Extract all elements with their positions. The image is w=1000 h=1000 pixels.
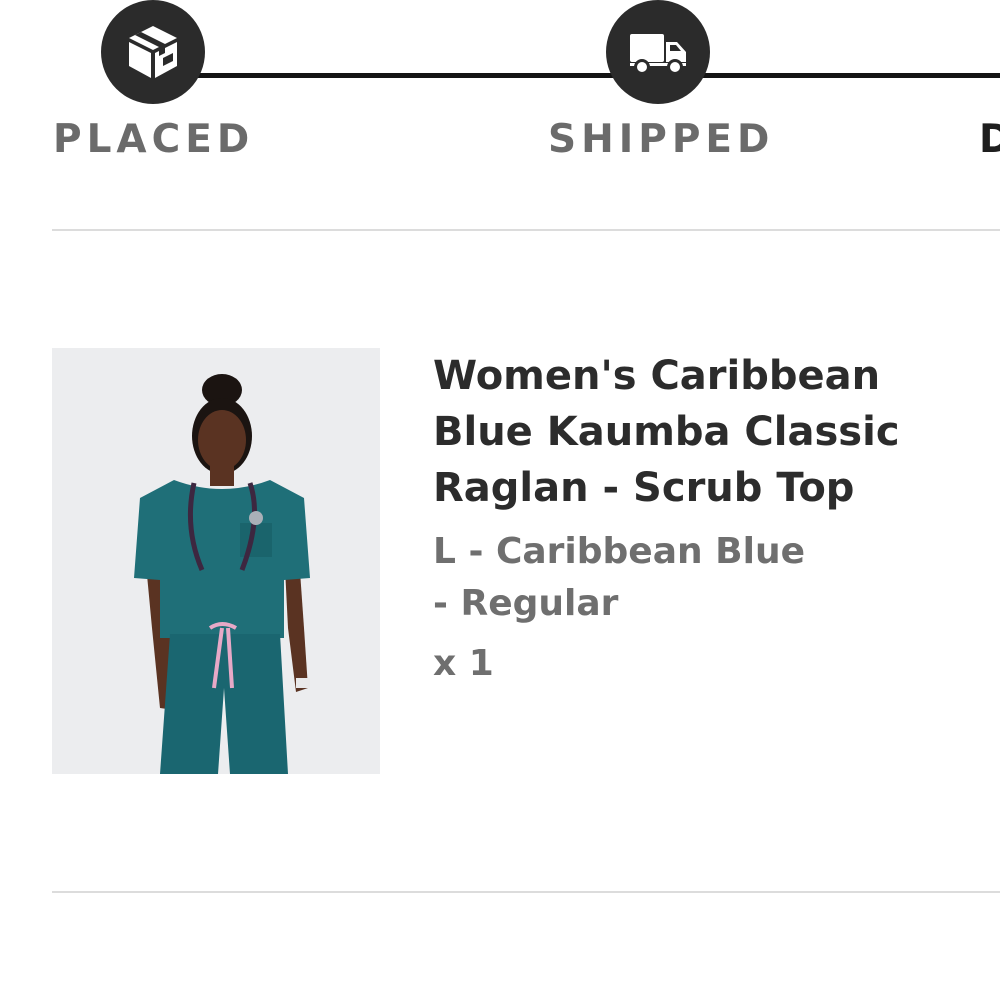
package-box-icon (129, 26, 177, 78)
progress-line (150, 73, 1000, 78)
step-placed-circle (101, 0, 205, 104)
step-label-shipped: SHIPPED (548, 117, 775, 162)
product-name[interactable]: Women's Caribbean Blue Kaumba Classic Ra… (433, 348, 993, 516)
product-photo[interactable] (52, 348, 380, 774)
step-shipped-circle (606, 0, 710, 104)
section-divider (52, 229, 1000, 231)
step-label-placed: PLACED (53, 117, 255, 162)
product-variant: L - Caribbean Blue - Regular (433, 531, 805, 624)
section-divider (52, 891, 1000, 893)
scrubs-model-illustration (52, 348, 380, 774)
product-quantity: x 1 (433, 643, 494, 684)
step-label-delivered: D (979, 116, 1000, 164)
order-status-tracker: PLACED SHIPPED D (0, 0, 1000, 200)
product-details: Women's Caribbean Blue Kaumba Classic Ra… (433, 348, 993, 690)
delivery-truck-icon (630, 34, 686, 75)
